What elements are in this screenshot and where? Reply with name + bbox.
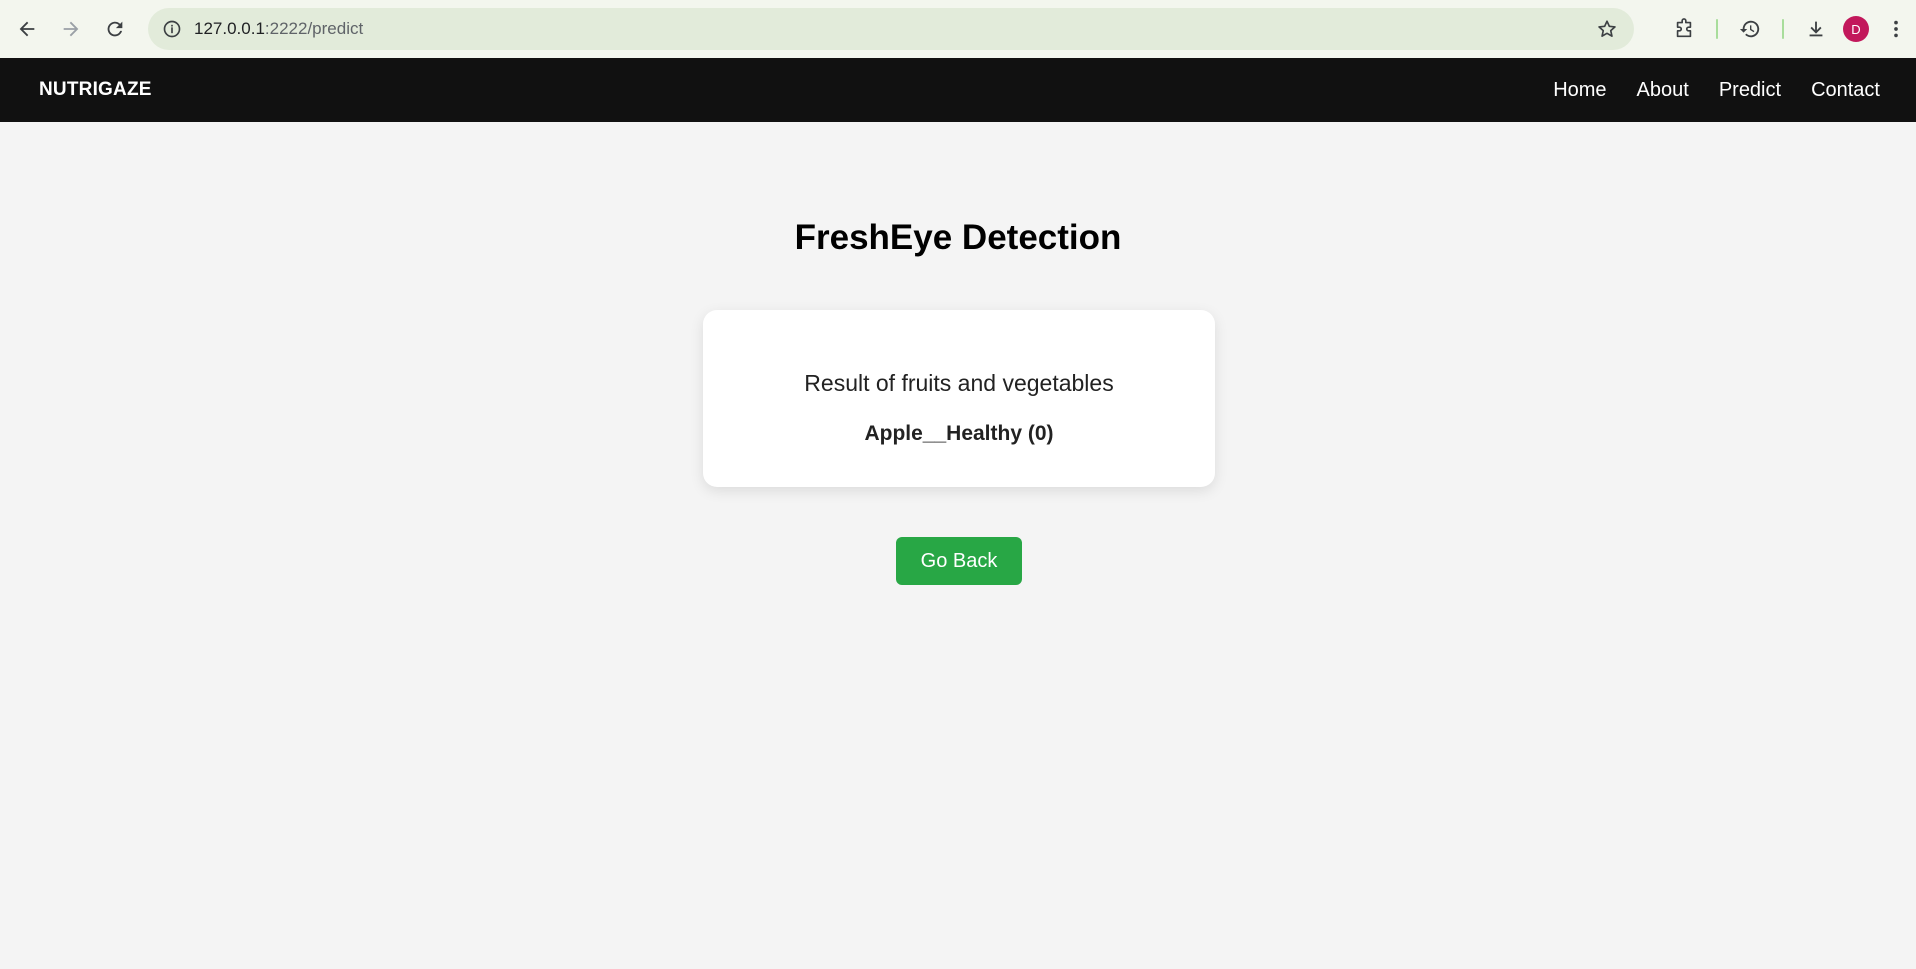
result-subtitle: Result of fruits and vegetables <box>804 370 1114 396</box>
back-icon[interactable] <box>8 10 46 48</box>
toolbar-separator <box>1782 19 1784 39</box>
url-text: 127.0.0.1:2222/predict <box>194 19 363 39</box>
toolbar-separator <box>1716 19 1718 39</box>
result-card: Result of fruits and vegetables Apple__H… <box>703 310 1215 487</box>
nav-menu: Home About Predict Contact <box>1553 58 1880 122</box>
go-back-button[interactable]: Go Back <box>896 537 1022 585</box>
nav-link-predict[interactable]: Predict <box>1719 79 1781 102</box>
brand-logo[interactable]: NUTRIGAZE <box>39 79 152 101</box>
avatar: D <box>1843 16 1869 42</box>
download-icon[interactable] <box>1796 9 1836 49</box>
extensions-icon[interactable] <box>1664 9 1704 49</box>
profile-avatar[interactable]: D <box>1836 9 1876 49</box>
address-bar[interactable]: 127.0.0.1:2222/predict <box>148 8 1634 50</box>
forward-icon[interactable] <box>52 10 90 48</box>
prediction-result: Apple__Healthy (0) <box>864 422 1054 445</box>
nav-link-contact[interactable]: Contact <box>1811 79 1880 102</box>
history-icon[interactable] <box>1730 9 1770 49</box>
more-menu-icon[interactable] <box>1876 9 1916 49</box>
url-path: :2222/predict <box>264 19 364 38</box>
nav-link-about[interactable]: About <box>1637 79 1689 102</box>
site-info-icon[interactable] <box>157 14 187 44</box>
url-host: 127.0.0.1 <box>194 19 265 38</box>
page-title: FreshEye Detection <box>794 218 1122 257</box>
browser-toolbar: 127.0.0.1:2222/predict D <box>0 0 1916 58</box>
bookmark-star-icon[interactable] <box>1592 14 1622 44</box>
reload-icon[interactable] <box>96 10 134 48</box>
nav-link-home[interactable]: Home <box>1553 79 1606 102</box>
site-navbar: NUTRIGAZE Home About Predict Contact <box>0 58 1916 122</box>
